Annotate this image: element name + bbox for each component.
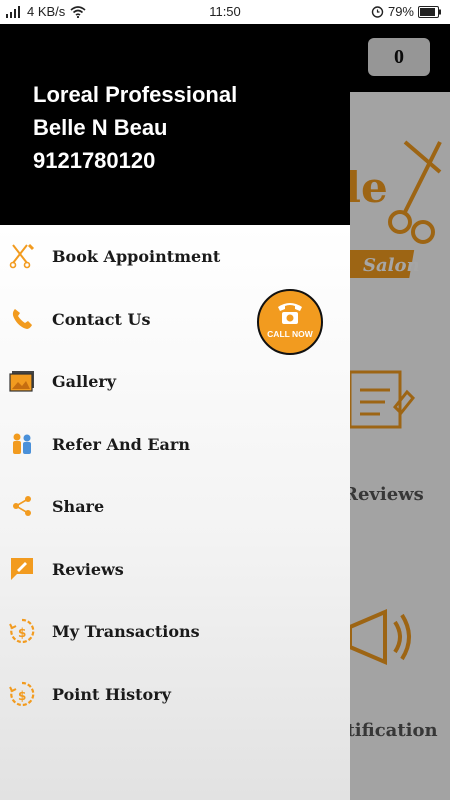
alarm-icon bbox=[371, 6, 384, 18]
menu-item-label: Reviews bbox=[52, 559, 124, 579]
header-brand: Loreal Professional bbox=[33, 82, 238, 107]
menu-item-label: Gallery bbox=[52, 371, 117, 391]
menu-item-label: Book Appointment bbox=[52, 246, 221, 266]
menu-item-share[interactable]: Share bbox=[0, 478, 350, 534]
call-now-label: CALL NOW bbox=[267, 329, 313, 339]
menu-item-gallery[interactable]: Gallery bbox=[0, 353, 350, 409]
reviews-icon bbox=[8, 555, 36, 583]
dollar-history-icon: $ bbox=[8, 680, 36, 708]
telephone-icon bbox=[278, 303, 302, 324]
drawer-header: Loreal Professional Belle N Beau 9121780… bbox=[0, 24, 350, 225]
scissors-comb-icon bbox=[8, 242, 36, 270]
menu-item-my-transactions[interactable]: $ My Transactions bbox=[0, 603, 350, 659]
battery-icon bbox=[418, 5, 441, 18]
header-salon-name: Belle N Beau bbox=[33, 115, 168, 140]
svg-text:$: $ bbox=[18, 626, 26, 640]
share-icon bbox=[8, 492, 36, 520]
status-right: 79% bbox=[371, 4, 442, 19]
phone-icon bbox=[8, 305, 36, 333]
menu-item-label: My Transactions bbox=[52, 621, 200, 641]
menu-item-reviews[interactable]: Reviews bbox=[0, 541, 350, 597]
menu-item-refer-and-earn[interactable]: Refer And Earn bbox=[0, 416, 350, 472]
refer-icon bbox=[8, 430, 36, 458]
call-now-button[interactable]: CALL NOW bbox=[257, 289, 323, 355]
status-bar: 4 KB/s 11:50 79% bbox=[0, 0, 450, 24]
menu-item-label: Refer And Earn bbox=[52, 434, 190, 454]
battery-percent: 79% bbox=[387, 4, 414, 19]
menu-item-point-history[interactable]: $ Point History bbox=[0, 666, 350, 722]
menu-item-book-appointment[interactable]: Book Appointment bbox=[0, 228, 350, 284]
menu-item-label: Contact Us bbox=[52, 309, 151, 329]
header-phone: 9121780120 bbox=[33, 148, 156, 173]
dollar-history-icon: $ bbox=[8, 617, 36, 645]
gallery-icon bbox=[8, 367, 36, 395]
navigation-drawer: Loreal Professional Belle N Beau 9121780… bbox=[0, 24, 350, 800]
menu-item-label: Point History bbox=[52, 684, 171, 704]
svg-text:$: $ bbox=[18, 689, 26, 703]
menu-item-label: Share bbox=[52, 496, 105, 516]
